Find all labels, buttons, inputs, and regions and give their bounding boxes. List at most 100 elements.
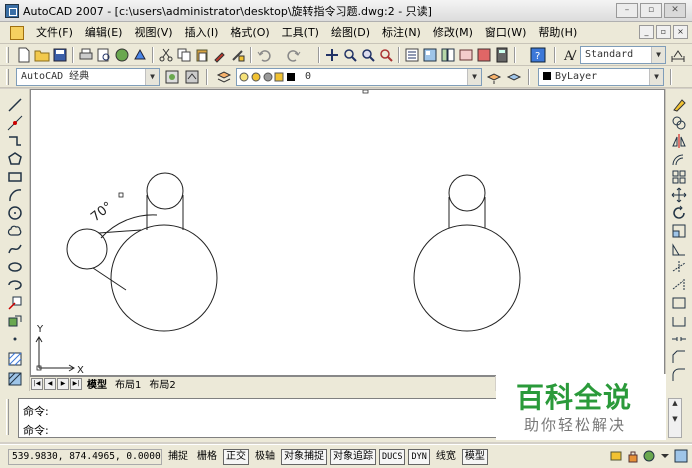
menu-insert[interactable]: 插入(I) — [179, 22, 225, 44]
array-icon[interactable] — [671, 169, 687, 185]
point-icon[interactable] — [7, 331, 23, 347]
make-object-layer-current-icon[interactable] — [486, 69, 502, 85]
command-prompt[interactable]: 命令: — [23, 422, 49, 438]
design-center-icon[interactable] — [422, 47, 438, 63]
make-block-icon[interactable] — [7, 313, 23, 329]
my-workspace-icon[interactable] — [184, 69, 200, 85]
menu-dimension[interactable]: 标注(N) — [376, 22, 427, 44]
otrack-toggle[interactable]: 对象追踪 — [330, 448, 376, 465]
line-icon[interactable] — [7, 97, 23, 113]
menu-help[interactable]: 帮助(H) — [532, 22, 583, 44]
ducs-toggle[interactable]: DUCS — [379, 448, 406, 465]
erase-icon[interactable] — [671, 97, 687, 113]
clean-screen-icon[interactable] — [674, 449, 688, 463]
copy-icon[interactable] — [176, 47, 192, 63]
chamfer-icon[interactable] — [671, 349, 687, 365]
coordinate-display[interactable]: 539.9830, 874.4965, 0.0000 — [8, 448, 162, 465]
grid-toggle[interactable]: 栅格 — [194, 449, 220, 465]
dimension-style-icon[interactable] — [670, 47, 686, 63]
polygon-icon[interactable] — [7, 151, 23, 167]
model-toggle[interactable]: 模型 — [461, 448, 488, 465]
new-file-icon[interactable] — [16, 47, 32, 63]
arc-icon[interactable] — [7, 187, 23, 203]
markup-icon[interactable] — [476, 47, 492, 63]
hatch-icon[interactable] — [7, 351, 23, 367]
redo-icon[interactable] — [286, 47, 302, 63]
zoom-window-icon[interactable] — [360, 47, 376, 63]
break-icon[interactable] — [671, 313, 687, 329]
rectangle-icon[interactable] — [7, 169, 23, 185]
toolbar-grip[interactable] — [6, 69, 9, 85]
move-icon[interactable] — [671, 187, 687, 203]
tool-palettes-icon[interactable] — [440, 47, 456, 63]
polar-toggle[interactable]: 极轴 — [252, 449, 278, 465]
layer-properties-icon[interactable] — [216, 69, 232, 85]
ellipse-arc-icon[interactable] — [7, 277, 23, 293]
sheet-set-icon[interactable] — [458, 47, 474, 63]
doc-close-button[interactable]: × — [673, 25, 688, 39]
tab-model[interactable]: 模型 — [84, 376, 110, 392]
zoom-realtime-icon[interactable] — [342, 47, 358, 63]
osnap-toggle[interactable]: 对象捕捉 — [281, 448, 327, 465]
undo-icon[interactable] — [256, 47, 272, 63]
help-icon[interactable]: ? — [530, 47, 546, 63]
snap-toggle[interactable]: 捕捉 — [165, 449, 191, 465]
menu-file[interactable]: 文件(F) — [30, 22, 79, 44]
communication-center-icon[interactable] — [610, 449, 624, 463]
lineweight-toggle[interactable]: 线宽 — [433, 449, 459, 465]
command-scrollbar[interactable]: ▲ ▼ — [668, 398, 682, 438]
mirror-icon[interactable] — [671, 133, 687, 149]
paste-icon[interactable] — [194, 47, 210, 63]
menu-format[interactable]: 格式(O) — [224, 22, 275, 44]
color-dropdown[interactable]: ByLayer ▼ — [538, 68, 664, 86]
break-at-point-icon[interactable] — [671, 295, 687, 311]
tab-layout2[interactable]: 布局2 — [146, 376, 179, 392]
spline-icon[interactable] — [7, 241, 23, 257]
ortho-toggle[interactable]: 正交 — [223, 448, 249, 465]
menu-draw[interactable]: 绘图(D) — [325, 22, 376, 44]
fillet-icon[interactable] — [671, 367, 687, 383]
document-icon[interactable] — [10, 25, 24, 40]
ellipse-icon[interactable] — [7, 259, 23, 275]
join-icon[interactable] — [671, 331, 687, 347]
text-style-dropdown[interactable]: Standard ▼ — [580, 46, 666, 64]
minimize-button[interactable]: – — [616, 3, 638, 18]
next-tab-button[interactable]: ▶ — [57, 378, 69, 390]
maximize-button[interactable]: ▫ — [640, 3, 662, 18]
tab-layout1[interactable]: 布局1 — [112, 376, 145, 392]
pan-icon[interactable] — [324, 47, 340, 63]
copy-object-icon[interactable] — [671, 115, 687, 131]
text-style-icon[interactable]: A — [562, 47, 578, 63]
workspace-settings-icon[interactable] — [164, 69, 180, 85]
menu-window[interactable]: 窗口(W) — [479, 22, 532, 44]
toolbar-grip[interactable] — [6, 47, 9, 63]
circle-icon[interactable] — [7, 205, 23, 221]
drawing-canvas[interactable]: 70° Y X — [30, 89, 665, 376]
match-properties-icon[interactable] — [212, 47, 228, 63]
offset-icon[interactable] — [671, 151, 687, 167]
scale-icon[interactable] — [671, 223, 687, 239]
publish-icon[interactable] — [114, 47, 130, 63]
menu-modify[interactable]: 修改(M) — [427, 22, 479, 44]
menu-edit[interactable]: 编辑(E) — [79, 22, 129, 44]
workspace-dropdown[interactable]: AutoCAD 经典 ▼ — [16, 68, 160, 86]
insert-block-icon[interactable] — [7, 295, 23, 311]
open-folder-icon[interactable] — [34, 47, 50, 63]
block-editor-icon[interactable] — [230, 47, 246, 63]
trim-icon[interactable] — [671, 259, 687, 275]
stretch-icon[interactable] — [671, 241, 687, 257]
prev-tab-button[interactable]: ◀ — [44, 378, 56, 390]
extend-icon[interactable] — [671, 277, 687, 293]
layer-dropdown[interactable]: 0 ▼ — [236, 68, 482, 86]
revision-cloud-icon[interactable] — [7, 223, 23, 239]
last-tab-button[interactable]: ▶| — [70, 378, 82, 390]
3d-dwf-icon[interactable] — [132, 47, 148, 63]
doc-minimize-button[interactable]: _ — [639, 25, 654, 39]
layer-previous-icon[interactable] — [506, 69, 522, 85]
plot-icon[interactable] — [78, 47, 94, 63]
properties-icon[interactable] — [404, 47, 420, 63]
first-tab-button[interactable]: |◀ — [31, 378, 43, 390]
menu-tools[interactable]: 工具(T) — [276, 22, 325, 44]
command-grip[interactable] — [6, 399, 9, 435]
plot-preview-icon[interactable] — [96, 47, 112, 63]
